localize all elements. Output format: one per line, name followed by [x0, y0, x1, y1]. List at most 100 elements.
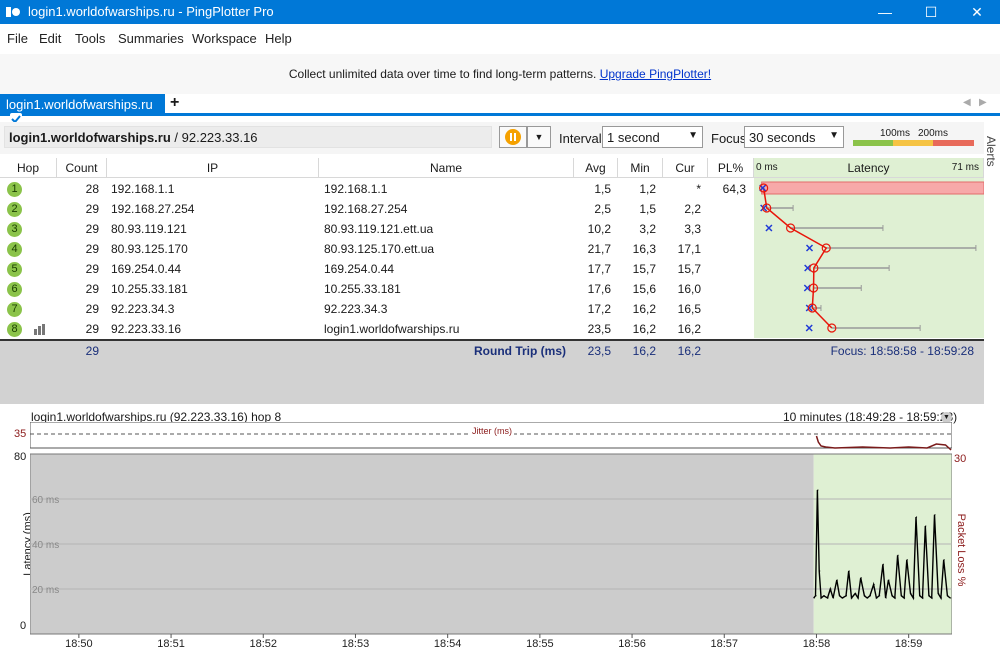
- jitter-max: 35: [14, 428, 27, 440]
- x-tick-label: 18:53: [342, 638, 370, 648]
- menu-summaries[interactable]: Summaries: [118, 31, 184, 46]
- cell-avg: 23,5: [587, 322, 611, 336]
- latency-min-label: 0 ms: [756, 162, 778, 173]
- cell-min: 1,2: [639, 182, 656, 196]
- table-row[interactable]: 5 29 169.254.0.44 169.254.0.44 17,7 15,7 15,7: [0, 259, 754, 279]
- cell-count: 29: [85, 202, 99, 216]
- focus-select[interactable]: 30 seconds ▼: [744, 126, 844, 148]
- cell-name: 92.223.34.3: [324, 302, 388, 316]
- table-row[interactable]: 7 29 92.223.34.3 92.223.34.3 17,2 16,2 16,5: [0, 299, 754, 319]
- cell-count: 28: [85, 182, 99, 196]
- y2-axis-label: Packet Loss %: [955, 513, 967, 587]
- hop-number: 6: [7, 282, 22, 297]
- cell-pl: 64,3: [722, 182, 746, 196]
- menu-tools[interactable]: Tools: [75, 31, 105, 46]
- cell-ip: 92.223.34.3: [111, 302, 175, 316]
- cell-name: 80.93.119.121.ett.ua: [324, 222, 434, 236]
- x-tick-label: 18:54: [434, 638, 462, 648]
- target-host: login1.worldofwarships.ru: [9, 130, 171, 145]
- col-min[interactable]: Min: [618, 158, 663, 178]
- col-ip[interactable]: IP: [107, 158, 319, 178]
- cell-pl: [708, 319, 746, 339]
- x-tick-label: 18:57: [711, 638, 739, 648]
- hop-number: 2: [7, 202, 22, 217]
- table-row[interactable]: 1 28 192.168.1.1 192.168.1.1 1,5 1,2 * 64,3: [0, 179, 754, 199]
- minimize-button[interactable]: —: [862, 0, 908, 24]
- title-bar: login1.worldofwarships.ru - PingPlotter …: [0, 0, 1000, 24]
- cell-pl: [708, 199, 746, 219]
- cell-count: 29: [85, 242, 99, 256]
- menu-workspace[interactable]: Workspace: [192, 31, 257, 46]
- table-row[interactable]: 8 29 92.223.33.16 login1.worldofwarships.ru…: [0, 319, 754, 339]
- cell-cur: 3,3: [684, 222, 701, 236]
- pause-button[interactable]: [499, 126, 527, 148]
- table-row[interactable]: 2 29 192.168.27.254 192.168.27.254 2,5 1,5 2,2: [0, 199, 754, 219]
- cell-pl: [708, 299, 746, 319]
- col-pl[interactable]: PL%: [708, 158, 754, 178]
- jitter-label: Jitter (ms): [470, 426, 514, 436]
- target-ip: / 92.223.33.16: [170, 130, 258, 145]
- tab-target[interactable]: login1.worldofwarships.ru: [0, 94, 165, 125]
- x-tick-label: 18:52: [250, 638, 278, 648]
- hop-number: 7: [7, 302, 22, 317]
- cell-avg: 21,7: [587, 242, 611, 256]
- legend-100ms: 100ms: [880, 128, 911, 139]
- scroll-left-icon[interactable]: ◀: [963, 97, 971, 108]
- col-avg[interactable]: Avg: [574, 158, 618, 178]
- cell-min: 16,2: [632, 322, 656, 336]
- x-tick-label: 18:56: [618, 638, 646, 648]
- x-tick-label: 18:50: [65, 638, 93, 648]
- timegraph-chart: 60 ms 40 ms 20 ms 18:50 18:51 18:52 18:53 18:54…: [30, 422, 952, 648]
- cell-ip: 10.255.33.181: [111, 282, 188, 296]
- cell-name: 192.168.1.1: [324, 182, 388, 196]
- cell-avg: 10,2: [587, 222, 611, 236]
- hop-number: 4: [7, 242, 22, 257]
- pause-dropdown[interactable]: ▼: [527, 126, 551, 148]
- menu-help[interactable]: Help: [265, 31, 292, 46]
- menu-file[interactable]: File: [7, 31, 28, 46]
- cell-count: 29: [85, 302, 99, 316]
- legend-200ms: 200ms: [918, 128, 949, 139]
- bar-chart-icon[interactable]: [34, 324, 46, 338]
- col-count[interactable]: Count: [57, 158, 107, 178]
- cell-ip: 192.168.1.1: [111, 182, 175, 196]
- close-button[interactable]: ✕: [954, 0, 1000, 24]
- menu-edit[interactable]: Edit: [39, 31, 61, 46]
- latency-graph: [754, 178, 984, 338]
- col-cur[interactable]: Cur: [663, 158, 708, 178]
- add-tab-button[interactable]: +: [170, 94, 179, 112]
- packet-loss-bar: [761, 181, 984, 195]
- cell-cur: 16,0: [677, 282, 701, 296]
- table-row[interactable]: 4 29 80.93.125.170 80.93.125.170.ett.ua 21,7…: [0, 239, 754, 259]
- y-gridline-label: 20 ms: [32, 585, 59, 596]
- banner-text: Collect unlimited data over time to find…: [288, 67, 597, 81]
- target-field[interactable]: login1.worldofwarships.ru / 92.223.33.16: [4, 126, 492, 148]
- scroll-right-icon[interactable]: ▶: [979, 97, 987, 108]
- cell-count: 29: [85, 322, 99, 336]
- cell-name: 192.168.27.254: [324, 202, 408, 216]
- latency-color-legend: [853, 140, 974, 146]
- maximize-button[interactable]: ☐: [908, 0, 954, 24]
- alerts-sidebar[interactable]: Alerts: [984, 122, 1000, 648]
- cell-min: 1,5: [639, 202, 656, 216]
- timegraph-panel: login1.worldofwarships.ru (92.223.33.16)…: [0, 404, 984, 648]
- upgrade-link[interactable]: Upgrade PingPlotter!: [600, 67, 711, 81]
- latency-header: Latency: [847, 161, 890, 175]
- cell-min: 3,2: [639, 222, 656, 236]
- hop-number: 5: [7, 262, 22, 277]
- cell-cur: 16,5: [677, 302, 701, 316]
- col-name[interactable]: Name: [319, 158, 574, 178]
- table-row[interactable]: 3 29 80.93.119.121 80.93.119.121.ett.ua 10,2…: [0, 219, 754, 239]
- interval-select[interactable]: 1 second ▼: [602, 126, 703, 148]
- cell-name: 10.255.33.181: [324, 282, 401, 296]
- cell-avg: 17,2: [587, 302, 611, 316]
- chevron-down-icon: ▼: [829, 130, 839, 141]
- y-gridline-label: 40 ms: [32, 540, 59, 551]
- cell-min: 15,7: [632, 262, 656, 276]
- col-hop[interactable]: Hop: [0, 158, 57, 178]
- toolbar: login1.worldofwarships.ru / 92.223.33.16…: [0, 122, 984, 154]
- cell-count: 29: [85, 282, 99, 296]
- table-row[interactable]: 6 29 10.255.33.181 10.255.33.181 17,6 15,6 16,…: [0, 279, 754, 299]
- col-latency[interactable]: 0 ms Latency 71 ms: [754, 158, 984, 178]
- cell-ip: 80.93.125.170: [111, 242, 188, 256]
